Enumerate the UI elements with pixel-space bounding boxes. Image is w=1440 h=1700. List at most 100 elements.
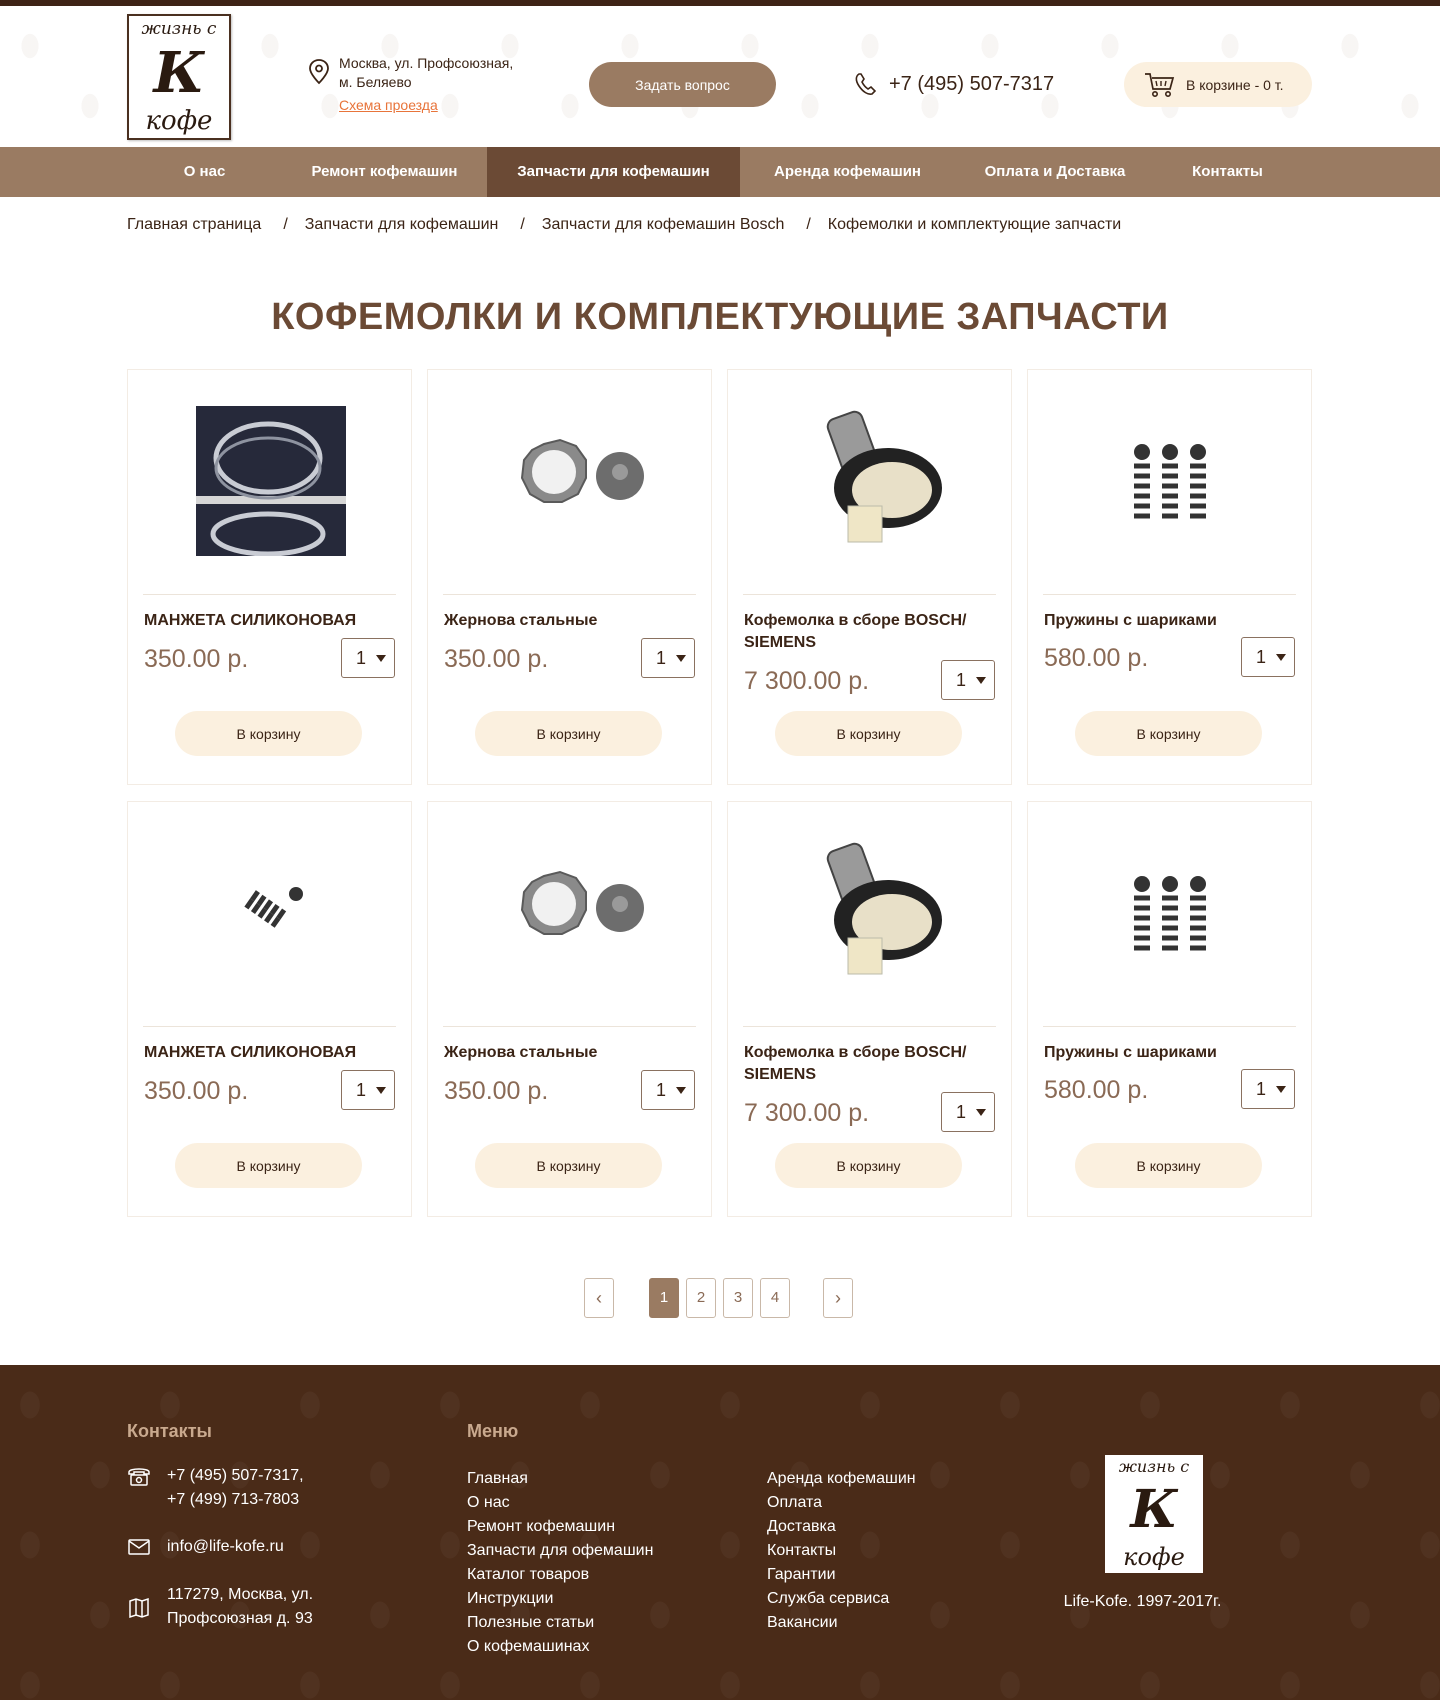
cart-icon <box>1145 72 1175 97</box>
add-to-cart-button[interactable]: В корзину <box>1075 711 1262 756</box>
product-name[interactable]: МАНЖЕТА СИЛИКОНОВАЯ <box>144 610 374 632</box>
product-card: МАНЖЕТА СИЛИКОНОВАЯ 350.00 р. 1 В корзин… <box>127 801 412 1217</box>
footer-phone-1[interactable]: +7 (495) 507-7317, <box>167 1464 304 1488</box>
burrs-photo-icon <box>520 438 644 503</box>
phone-icon <box>855 73 877 95</box>
caret-down-icon <box>1276 1086 1286 1093</box>
pagination-next-icon[interactable]: › <box>823 1278 853 1318</box>
footer-menu-link[interactable]: О нас <box>467 1491 653 1515</box>
footer-menu-link[interactable]: Контакты <box>767 1539 916 1563</box>
product-name[interactable]: Жернова стальные <box>444 610 674 632</box>
footer-menu-link[interactable]: Вакансии <box>767 1611 916 1635</box>
footer-menu-link[interactable]: Полезные статьи <box>467 1611 653 1635</box>
quantity-select[interactable]: 1 <box>341 638 395 678</box>
quantity-select[interactable]: 1 <box>641 638 695 678</box>
caret-down-icon <box>1276 654 1286 661</box>
footer-phone-2[interactable]: +7 (499) 713-7803 <box>167 1488 304 1512</box>
nav-item-payment[interactable]: Оплата и Доставка <box>955 147 1155 197</box>
breadcrumb-bosch[interactable]: Запчасти для кофемашин Bosch <box>542 216 785 234</box>
nav-item-parts[interactable]: Запчасти для кофемашин <box>487 147 740 197</box>
grinder-photo-icon <box>826 410 942 543</box>
breadcrumb-current: Кофемолки и комплектующие запчасти <box>827 216 1122 233</box>
add-to-cart-button[interactable]: В корзину <box>475 1143 662 1188</box>
product-card: Жернова стальные 350.00 р. 1 В корзину <box>427 369 712 785</box>
pagination-page[interactable]: 3 <box>723 1278 753 1318</box>
nav-item-contacts[interactable]: Контакты <box>1155 147 1300 197</box>
breadcrumb-separator: / <box>520 216 525 233</box>
footer-menu-link[interactable]: Гарантии <box>767 1563 916 1587</box>
pagination-page[interactable]: 4 <box>760 1278 790 1318</box>
card-divider <box>743 594 996 595</box>
footer-menu-link[interactable]: Запчасти для офемашин <box>467 1539 653 1563</box>
add-to-cart-button[interactable]: В корзину <box>475 711 662 756</box>
product-card: Кофемолка в сборе BOSCH/ SIEMENS 7 300.0… <box>727 801 1012 1217</box>
logo-line-1: жизнь с <box>141 19 217 39</box>
product-card: МАНЖЕТА СИЛИКОНОВАЯ 350.00 р. 1 В корзин… <box>127 369 412 785</box>
nav-item-about[interactable]: О нас <box>127 147 282 197</box>
footer-menu-link[interactable]: Доставка <box>767 1515 916 1539</box>
product-price: 7 300.00 р. <box>744 667 870 695</box>
telephone-icon <box>128 1468 150 1486</box>
product-image[interactable] <box>1078 838 1263 988</box>
footer-menu-link[interactable]: Инструкции <box>467 1587 653 1611</box>
footer-menu-link[interactable]: Главная <box>467 1467 653 1491</box>
card-divider <box>143 1026 396 1027</box>
site-footer: Контакты +7 (495) 507-7317, +7 (499) 713… <box>0 1365 1440 1700</box>
quantity-select[interactable]: 1 <box>341 1070 395 1110</box>
add-to-cart-button[interactable]: В корзину <box>775 711 962 756</box>
caret-down-icon <box>976 1109 986 1116</box>
product-image[interactable] <box>178 406 363 556</box>
cart-button[interactable]: В корзине - 0 т. <box>1124 62 1312 107</box>
nav-item-rent[interactable]: Аренда кофемашин <box>740 147 955 197</box>
footer-menu-link[interactable]: Оплата <box>767 1491 916 1515</box>
footer-menu-link[interactable]: Каталог товаров <box>467 1563 653 1587</box>
product-card: Жернова стальные 350.00 р. 1 В корзину <box>427 801 712 1217</box>
product-name[interactable]: Кофемолка в сборе BOSCH/ SIEMENS <box>744 1042 974 1086</box>
breadcrumb-home[interactable]: Главная страница <box>127 216 261 234</box>
footer-menu-link[interactable]: Ремонт кофемашин <box>467 1515 653 1539</box>
nav-item-repair[interactable]: Ремонт кофемашин <box>282 147 487 197</box>
header-phone[interactable]: +7 (495) 507-7317 <box>853 71 1054 97</box>
add-to-cart-button[interactable]: В корзину <box>175 711 362 756</box>
quantity-select[interactable]: 1 <box>941 1092 995 1132</box>
footer-email-text[interactable]: info@life-kofe.ru <box>167 1535 284 1559</box>
product-image[interactable] <box>778 406 963 556</box>
add-to-cart-button[interactable]: В корзину <box>175 1143 362 1188</box>
footer-logo[interactable]: жизнь с К кофе <box>1105 1455 1203 1573</box>
card-divider <box>443 594 696 595</box>
footer-menu-link[interactable]: Аренда кофемашин <box>767 1467 916 1491</box>
add-to-cart-button[interactable]: В корзину <box>1075 1143 1262 1188</box>
product-name[interactable]: Пружины с шариками <box>1044 610 1274 632</box>
footer-menu-link[interactable]: Служба сервиса <box>767 1587 916 1611</box>
quantity-value: 1 <box>1256 1078 1267 1099</box>
breadcrumb-parts[interactable]: Запчасти для кофемашин <box>305 216 499 234</box>
quantity-select[interactable]: 1 <box>1241 1069 1295 1109</box>
map-link[interactable]: Схема проезда <box>339 97 438 113</box>
footer-menu-link[interactable]: О кофемашинах <box>467 1635 653 1659</box>
product-image[interactable] <box>478 838 663 988</box>
quantity-select[interactable]: 1 <box>641 1070 695 1110</box>
product-name[interactable]: Кофемолка в сборе BOSCH/ SIEMENS <box>744 610 974 654</box>
product-price: 350.00 р. <box>144 1077 249 1105</box>
add-to-cart-button[interactable]: В корзину <box>775 1143 962 1188</box>
quantity-select[interactable]: 1 <box>941 660 995 700</box>
product-name[interactable]: Жернова стальные <box>444 1042 674 1064</box>
quantity-select[interactable]: 1 <box>1241 637 1295 677</box>
ask-question-button[interactable]: Задать вопрос <box>589 62 776 107</box>
product-image[interactable] <box>178 838 363 988</box>
product-image[interactable] <box>478 406 663 556</box>
springs-photo-icon <box>1133 444 1206 519</box>
pagination-prev-icon[interactable]: ‹ <box>584 1278 614 1318</box>
card-divider <box>743 1026 996 1027</box>
pagination-page[interactable]: 2 <box>686 1278 716 1318</box>
product-name[interactable]: Пружины с шариками <box>1044 1042 1274 1064</box>
caret-down-icon <box>676 655 686 662</box>
product-image[interactable] <box>778 838 963 988</box>
pagination-page[interactable]: 1 <box>649 1278 679 1318</box>
footer-address-line-1: 117279, Москва, ул. <box>167 1586 314 1603</box>
site-logo[interactable]: жизнь с К кофе <box>127 14 231 140</box>
footer-menu-title: Меню <box>467 1421 519 1441</box>
product-name[interactable]: МАНЖЕТА СИЛИКОНОВАЯ <box>144 1042 374 1064</box>
product-image[interactable] <box>1078 406 1263 556</box>
footer-copyright: Life-Kofe. 1997-2017г. <box>1063 1593 1222 1610</box>
